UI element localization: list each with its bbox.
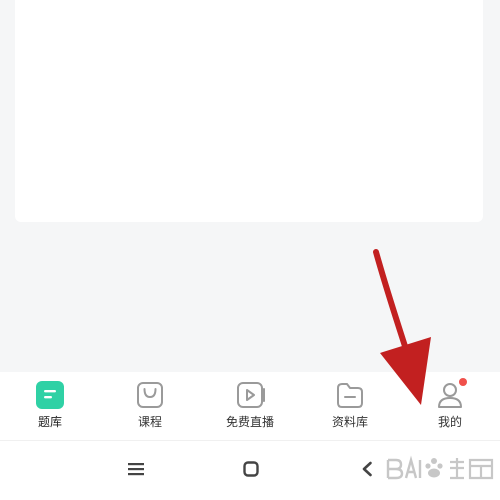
- tab-live-label: 免费直播: [225, 415, 274, 429]
- tab-question-bank-label: 题库: [37, 415, 62, 429]
- home-square-icon: [243, 460, 259, 481]
- home-button[interactable]: [235, 441, 267, 500]
- tab-course-label: 课程: [137, 415, 162, 429]
- bag-icon: [135, 380, 165, 410]
- list-doc-icon: [35, 380, 65, 410]
- tab-materials[interactable]: 资料库: [300, 372, 400, 440]
- tab-question-bank[interactable]: 题库: [0, 372, 100, 440]
- folder-icon: [335, 380, 365, 410]
- back-chevron-icon: [361, 461, 373, 481]
- baidu-jingyan-watermark-icon: [386, 455, 494, 480]
- tab-course[interactable]: 课程: [100, 372, 200, 440]
- notification-dot: [459, 378, 467, 386]
- person-icon: [435, 378, 467, 410]
- menu-button[interactable]: [120, 441, 152, 500]
- content-card: [15, 0, 483, 222]
- tab-live[interactable]: 免费直播: [200, 372, 300, 440]
- tab-mine-label: 我的: [437, 415, 462, 429]
- tab-mine[interactable]: 我的: [400, 372, 500, 440]
- back-button[interactable]: [354, 441, 380, 500]
- play-video-icon: [235, 380, 265, 410]
- bottom-tab-bar: 题库 课程 免费直播 资料库 我的: [0, 372, 500, 440]
- tab-materials-label: 资料库: [331, 415, 368, 429]
- menu-icon: [128, 461, 144, 480]
